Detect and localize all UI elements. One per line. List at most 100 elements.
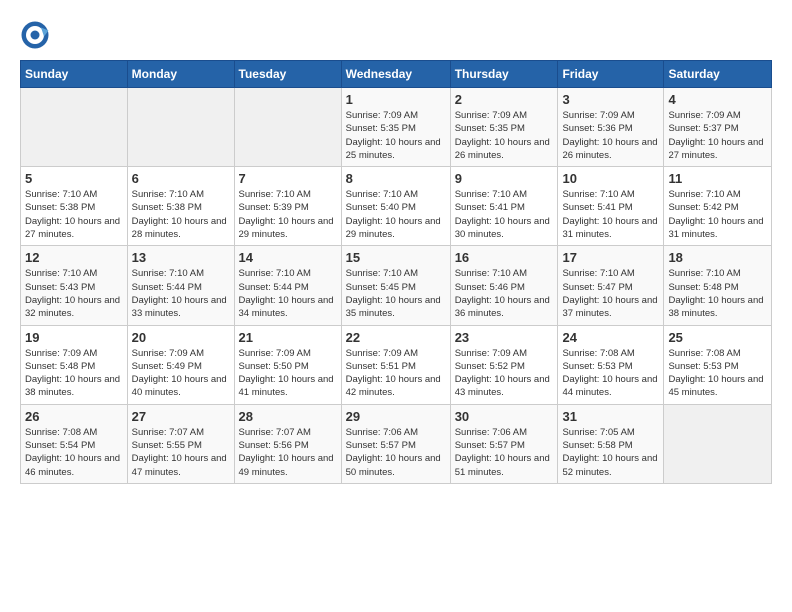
calendar-cell: 17 Sunrise: 7:10 AMSunset: 5:47 PMDayligh… [558, 246, 664, 325]
day-info: Sunrise: 7:10 AMSunset: 5:46 PMDaylight:… [455, 267, 554, 320]
page-header [20, 20, 772, 50]
day-info: Sunrise: 7:10 AMSunset: 5:40 PMDaylight:… [346, 188, 446, 241]
calendar-cell [664, 404, 772, 483]
calendar-cell [127, 88, 234, 167]
calendar-cell: 22 Sunrise: 7:09 AMSunset: 5:51 PMDayligh… [341, 325, 450, 404]
day-number: 31 [562, 409, 659, 424]
day-number: 11 [668, 171, 767, 186]
day-number: 7 [239, 171, 337, 186]
calendar-cell: 12Sunrise: 7:10 AMSunset: 5:43 PMDayligh… [21, 246, 128, 325]
day-number: 1 [346, 92, 446, 107]
day-info: Sunrise: 7:09 AMSunset: 5:35 PMDaylight:… [346, 109, 446, 162]
day-number: 18 [668, 250, 767, 265]
calendar-cell: 5Sunrise: 7:10 AMSunset: 5:38 PMDaylight… [21, 167, 128, 246]
day-number: 23 [455, 330, 554, 345]
day-number: 10 [562, 171, 659, 186]
calendar-table: SundayMondayTuesdayWednesdayThursdayFrid… [20, 60, 772, 484]
logo-icon [20, 20, 50, 50]
day-number: 8 [346, 171, 446, 186]
day-info: Sunrise: 7:10 AMSunset: 5:47 PMDaylight:… [562, 267, 659, 320]
calendar-cell: 11 Sunrise: 7:10 AMSunset: 5:42 PMDayligh… [664, 167, 772, 246]
day-info: Sunrise: 7:10 AMSunset: 5:38 PMDaylight:… [132, 188, 230, 241]
day-number: 19 [25, 330, 123, 345]
day-info: Sunrise: 7:09 AMSunset: 5:51 PMDaylight:… [346, 347, 446, 400]
day-number: 3 [562, 92, 659, 107]
day-info: Sunrise: 7:09 AMSunset: 5:52 PMDaylight:… [455, 347, 554, 400]
day-number: 29 [346, 409, 446, 424]
day-number: 22 [346, 330, 446, 345]
day-info: Sunrise: 7:10 AMSunset: 5:44 PMDaylight:… [132, 267, 230, 320]
logo [20, 20, 54, 50]
day-number: 25 [668, 330, 767, 345]
calendar-cell: 25 Sunrise: 7:08 AMSunset: 5:53 PMDayligh… [664, 325, 772, 404]
calendar-cell: 2 Sunrise: 7:09 AMSunset: 5:35 PMDaylight… [450, 88, 558, 167]
day-info: Sunrise: 7:10 AMSunset: 5:39 PMDaylight:… [239, 188, 337, 241]
calendar-week-4: 19 Sunrise: 7:09 AMSunset: 5:48 PMDayligh… [21, 325, 772, 404]
calendar-cell: 9 Sunrise: 7:10 AMSunset: 5:41 PMDaylight… [450, 167, 558, 246]
weekday-header-saturday: Saturday [664, 61, 772, 88]
calendar-cell: 29 Sunrise: 7:06 AMSunset: 5:57 PMDayligh… [341, 404, 450, 483]
day-number: 6 [132, 171, 230, 186]
day-info: Sunrise: 7:06 AMSunset: 5:57 PMDaylight:… [455, 426, 554, 479]
weekday-header-monday: Monday [127, 61, 234, 88]
weekday-header-tuesday: Tuesday [234, 61, 341, 88]
calendar-cell: 24 Sunrise: 7:08 AMSunset: 5:53 PMDayligh… [558, 325, 664, 404]
day-number: 28 [239, 409, 337, 424]
day-number: 13 [132, 250, 230, 265]
day-number: 27 [132, 409, 230, 424]
calendar-cell: 26 Sunrise: 7:08 AMSunset: 5:54 PMDayligh… [21, 404, 128, 483]
calendar-cell: 27 Sunrise: 7:07 AMSunset: 5:55 PMDayligh… [127, 404, 234, 483]
day-info: Sunrise: 7:10 AMSunset: 5:44 PMDaylight:… [239, 267, 337, 320]
calendar-cell: 14 Sunrise: 7:10 AMSunset: 5:44 PMDayligh… [234, 246, 341, 325]
weekday-header-friday: Friday [558, 61, 664, 88]
calendar-cell: 31 Sunrise: 7:05 AMSunset: 5:58 PMDayligh… [558, 404, 664, 483]
calendar-cell [21, 88, 128, 167]
calendar-cell: 10 Sunrise: 7:10 AMSunset: 5:41 PMDayligh… [558, 167, 664, 246]
day-number: 30 [455, 409, 554, 424]
day-info: Sunrise: 7:09 AMSunset: 5:48 PMDaylight:… [25, 347, 123, 400]
day-info: Sunrise: 7:09 AMSunset: 5:36 PMDaylight:… [562, 109, 659, 162]
day-info: Sunrise: 7:09 AMSunset: 5:37 PMDaylight:… [668, 109, 767, 162]
day-info: Sunrise: 7:10 AMSunset: 5:41 PMDaylight:… [562, 188, 659, 241]
day-info: Sunrise: 7:09 AMSunset: 5:49 PMDaylight:… [132, 347, 230, 400]
day-number: 24 [562, 330, 659, 345]
calendar-cell: 28Sunrise: 7:07 AMSunset: 5:56 PMDayligh… [234, 404, 341, 483]
calendar-cell [234, 88, 341, 167]
day-number: 15 [346, 250, 446, 265]
day-number: 2 [455, 92, 554, 107]
calendar-cell: 3 Sunrise: 7:09 AMSunset: 5:36 PMDaylight… [558, 88, 664, 167]
calendar-cell: 13 Sunrise: 7:10 AMSunset: 5:44 PMDayligh… [127, 246, 234, 325]
day-info: Sunrise: 7:06 AMSunset: 5:57 PMDaylight:… [346, 426, 446, 479]
calendar-cell: 18Sunrise: 7:10 AMSunset: 5:48 PMDayligh… [664, 246, 772, 325]
calendar-cell: 7 Sunrise: 7:10 AMSunset: 5:39 PMDaylight… [234, 167, 341, 246]
calendar-cell: 16Sunrise: 7:10 AMSunset: 5:46 PMDayligh… [450, 246, 558, 325]
day-info: Sunrise: 7:07 AMSunset: 5:55 PMDaylight:… [132, 426, 230, 479]
day-number: 20 [132, 330, 230, 345]
day-number: 17 [562, 250, 659, 265]
day-info: Sunrise: 7:05 AMSunset: 5:58 PMDaylight:… [562, 426, 659, 479]
calendar-cell: 8 Sunrise: 7:10 AMSunset: 5:40 PMDaylight… [341, 167, 450, 246]
calendar-cell: 6 Sunrise: 7:10 AMSunset: 5:38 PMDaylight… [127, 167, 234, 246]
calendar-cell: 20 Sunrise: 7:09 AMSunset: 5:49 PMDayligh… [127, 325, 234, 404]
calendar-week-5: 26 Sunrise: 7:08 AMSunset: 5:54 PMDayligh… [21, 404, 772, 483]
day-info: Sunrise: 7:08 AMSunset: 5:54 PMDaylight:… [25, 426, 123, 479]
day-number: 26 [25, 409, 123, 424]
day-info: Sunrise: 7:08 AMSunset: 5:53 PMDaylight:… [668, 347, 767, 400]
weekday-header-row: SundayMondayTuesdayWednesdayThursdayFrid… [21, 61, 772, 88]
calendar-cell: 19 Sunrise: 7:09 AMSunset: 5:48 PMDayligh… [21, 325, 128, 404]
calendar-cell: 15 Sunrise: 7:10 AMSunset: 5:45 PMDayligh… [341, 246, 450, 325]
day-number: 14 [239, 250, 337, 265]
day-number: 9 [455, 171, 554, 186]
day-info: Sunrise: 7:08 AMSunset: 5:53 PMDaylight:… [562, 347, 659, 400]
day-info: Sunrise: 7:10 AMSunset: 5:42 PMDaylight:… [668, 188, 767, 241]
day-info: Sunrise: 7:10 AMSunset: 5:41 PMDaylight:… [455, 188, 554, 241]
calendar-cell: 4Sunrise: 7:09 AMSunset: 5:37 PMDaylight… [664, 88, 772, 167]
calendar-cell: 23 Sunrise: 7:09 AMSunset: 5:52 PMDayligh… [450, 325, 558, 404]
day-number: 12 [25, 250, 123, 265]
day-info: Sunrise: 7:09 AMSunset: 5:50 PMDaylight:… [239, 347, 337, 400]
day-info: Sunrise: 7:10 AMSunset: 5:45 PMDaylight:… [346, 267, 446, 320]
day-number: 21 [239, 330, 337, 345]
day-info: Sunrise: 7:09 AMSunset: 5:35 PMDaylight:… [455, 109, 554, 162]
weekday-header-sunday: Sunday [21, 61, 128, 88]
weekday-header-thursday: Thursday [450, 61, 558, 88]
